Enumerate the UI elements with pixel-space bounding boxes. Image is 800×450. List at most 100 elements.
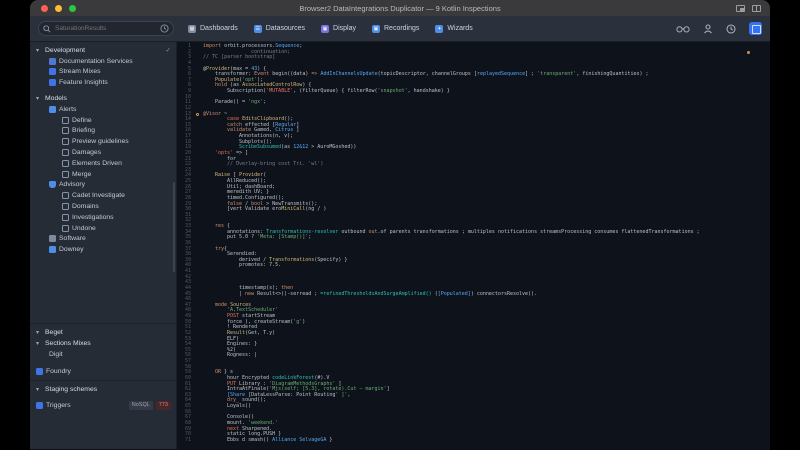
chevron-down-icon: ▾	[36, 387, 40, 394]
glasses-icon[interactable]	[676, 24, 690, 33]
sidebar-item-investigations[interactable]: Investigations	[30, 212, 176, 223]
sidebar-item-triggers[interactable]: Triggers NoSQL 773	[30, 400, 176, 411]
sidebar-item-models[interactable]: ▾ Models	[30, 93, 176, 104]
sq-icon	[62, 127, 69, 135]
override-gutter-icon[interactable]	[195, 112, 199, 116]
folder-icon	[49, 105, 56, 113]
sidebar-item-foundry[interactable]: Foundry	[30, 367, 176, 378]
sidebar-item-documentation-services[interactable]: Documentation Services	[30, 56, 176, 67]
nav-item-recordings[interactable]: ▣ Recordings	[372, 24, 419, 33]
dashboards-icon: ▦	[188, 24, 196, 33]
sidebar-item-elements-driven[interactable]: Elements Driven	[30, 158, 176, 169]
code-text: Parade() = 'ngx';	[215, 99, 267, 106]
code-text: Subscription('MUTABLE', (filterQueue) { …	[227, 88, 450, 94]
close-window-button[interactable]	[41, 4, 48, 12]
error-stripe-marker[interactable]	[747, 51, 750, 54]
sidebar-item-advisory[interactable]: Advisory	[30, 180, 176, 191]
code-line: 71 Ebbs d smash() Alliance SelvageGA }	[177, 436, 770, 444]
tree-item-label: Define	[72, 116, 92, 124]
code-text: // TC [parser bootstrap]	[203, 54, 276, 61]
chevron-down-icon: ▾	[36, 330, 40, 337]
traffic-lights	[41, 4, 76, 12]
tree-item-label: Downey	[59, 246, 84, 254]
code-text: promotes: 7.5.	[239, 262, 282, 269]
split-view-icon[interactable]	[752, 4, 761, 12]
sq-icon	[62, 149, 69, 157]
shield-icon	[49, 181, 56, 189]
sidebar-item-cadet-investigate[interactable]: Cadet Investigate	[30, 190, 176, 201]
db-icon	[49, 79, 56, 87]
tree-item-label: Triggers	[46, 402, 71, 410]
sidebar-item-define[interactable]: Define	[30, 115, 176, 126]
nav-item-datasources[interactable]: ☰ Datasources	[253, 24, 305, 33]
tree-item-label: Briefing	[72, 127, 96, 135]
doc-icon	[49, 57, 56, 65]
search-history-icon[interactable]	[160, 24, 169, 33]
window-title: Browser2 DataIntegrations Duplicator — 9…	[299, 3, 501, 13]
tree-item-label: Advisory	[59, 181, 86, 189]
tree-item-label: Elements Driven	[72, 159, 122, 167]
tree-item-label: Damages	[72, 149, 102, 157]
tree-item-label: Cadet Investigate	[72, 192, 125, 200]
code-text: put 5.0 ? 'Meta: [Stamp()]';	[227, 234, 312, 241]
display-icon: ▣	[321, 24, 330, 33]
user-avatar[interactable]	[749, 22, 762, 35]
titlebar: Browser2 DataIntegrations Duplicator — 9…	[30, 0, 770, 16]
sidebar-item-feature-insights[interactable]: Feature Insights	[30, 77, 176, 88]
search-field[interactable]	[38, 21, 174, 36]
clock-icon[interactable]	[726, 23, 736, 34]
wizards-icon: ✦	[435, 24, 444, 33]
sidebar-item-beget[interactable]: ▾ Beget	[30, 327, 176, 338]
nav-item-wizards[interactable]: ✦ Wizards	[435, 24, 473, 33]
datasources-icon: ☰	[253, 24, 262, 33]
tree-items: ▾ Development ✓ Documentation Services Strea…	[30, 45, 176, 411]
tree-item-label: Development	[45, 46, 86, 54]
tree-item-label: Feature Insights	[59, 79, 108, 87]
sidebar-item-staging-schemes[interactable]: ▾ Staging schemes	[30, 384, 176, 395]
tree-item-label: Foundry	[46, 368, 71, 376]
toolbar-right-icons	[676, 22, 762, 35]
code-editor[interactable]: 1 import orbit.processors.Sequence; 2 conti…	[177, 42, 770, 449]
sidebar-item-sections-mixes[interactable]: ▾ Sections Mixes	[30, 338, 176, 349]
main-area: ▾ Development ✓ Documentation Services Strea…	[30, 42, 770, 449]
sidebar-item-stream-mixes[interactable]: Stream Mixes	[30, 67, 176, 78]
code-text: // Overlay-bring cost Tri. 'wl')	[227, 161, 324, 168]
code-text: Rogness: |	[227, 352, 258, 359]
sidebar-item-domains[interactable]: Domains	[30, 201, 176, 212]
sq-icon	[62, 213, 69, 221]
picture-in-picture-icon[interactable]	[736, 4, 745, 12]
db-icon	[36, 368, 43, 376]
sidebar-item-downey[interactable]: Downey	[30, 244, 176, 255]
app-window: Browser2 DataIntegrations Duplicator — 9…	[30, 0, 770, 450]
search-input[interactable]	[55, 25, 156, 32]
line-number: 71	[184, 436, 191, 443]
toolbar-nav: ▦ Dashboards ☰ Datasources ▣ Display ▣ Recordin…	[188, 24, 473, 33]
sidebar-item-software[interactable]: Software	[30, 234, 176, 245]
sidebar-item-merge[interactable]: Merge	[30, 169, 176, 180]
chevron-down-icon: ▾	[36, 340, 40, 347]
zoom-window-button[interactable]	[69, 4, 76, 12]
nav-item-dashboards[interactable]: ▦ Dashboards	[188, 24, 238, 33]
sidebar-item-digit[interactable]: Digit	[30, 349, 176, 360]
sidebar-item-preview-guidelines[interactable]: Preview guidelines	[30, 136, 176, 147]
checkmark-icon: ✓	[165, 47, 171, 55]
user-icon[interactable]	[703, 23, 713, 34]
chevron-down-icon: ▾	[36, 47, 40, 54]
db-icon	[49, 68, 56, 76]
sidebar-item-alerts[interactable]: Alerts	[30, 104, 176, 115]
sidebar-item-development[interactable]: ▾ Development ✓	[30, 45, 176, 56]
divider	[30, 380, 176, 382]
sidebar-item-briefing[interactable]: Briefing	[30, 126, 176, 137]
tree-item-label: Beget	[45, 329, 63, 337]
minimize-window-button[interactable]	[55, 4, 62, 12]
sidebar-item-undone[interactable]: Undone	[30, 223, 176, 234]
sidebar-item-damages[interactable]: Damages	[30, 147, 176, 158]
sq-icon	[62, 138, 69, 146]
sq-icon	[62, 203, 69, 211]
nav-item-display[interactable]: ▣ Display	[321, 24, 356, 33]
sq-icon	[62, 170, 69, 178]
sidebar-scrollbar[interactable]	[173, 182, 175, 272]
code-text: Loyals()	[227, 403, 252, 409]
code-text: transformer: Event begin((data) => AddIn…	[215, 71, 649, 78]
code-text: | new Result<>()-serread ; =refinedThres…	[239, 290, 538, 297]
